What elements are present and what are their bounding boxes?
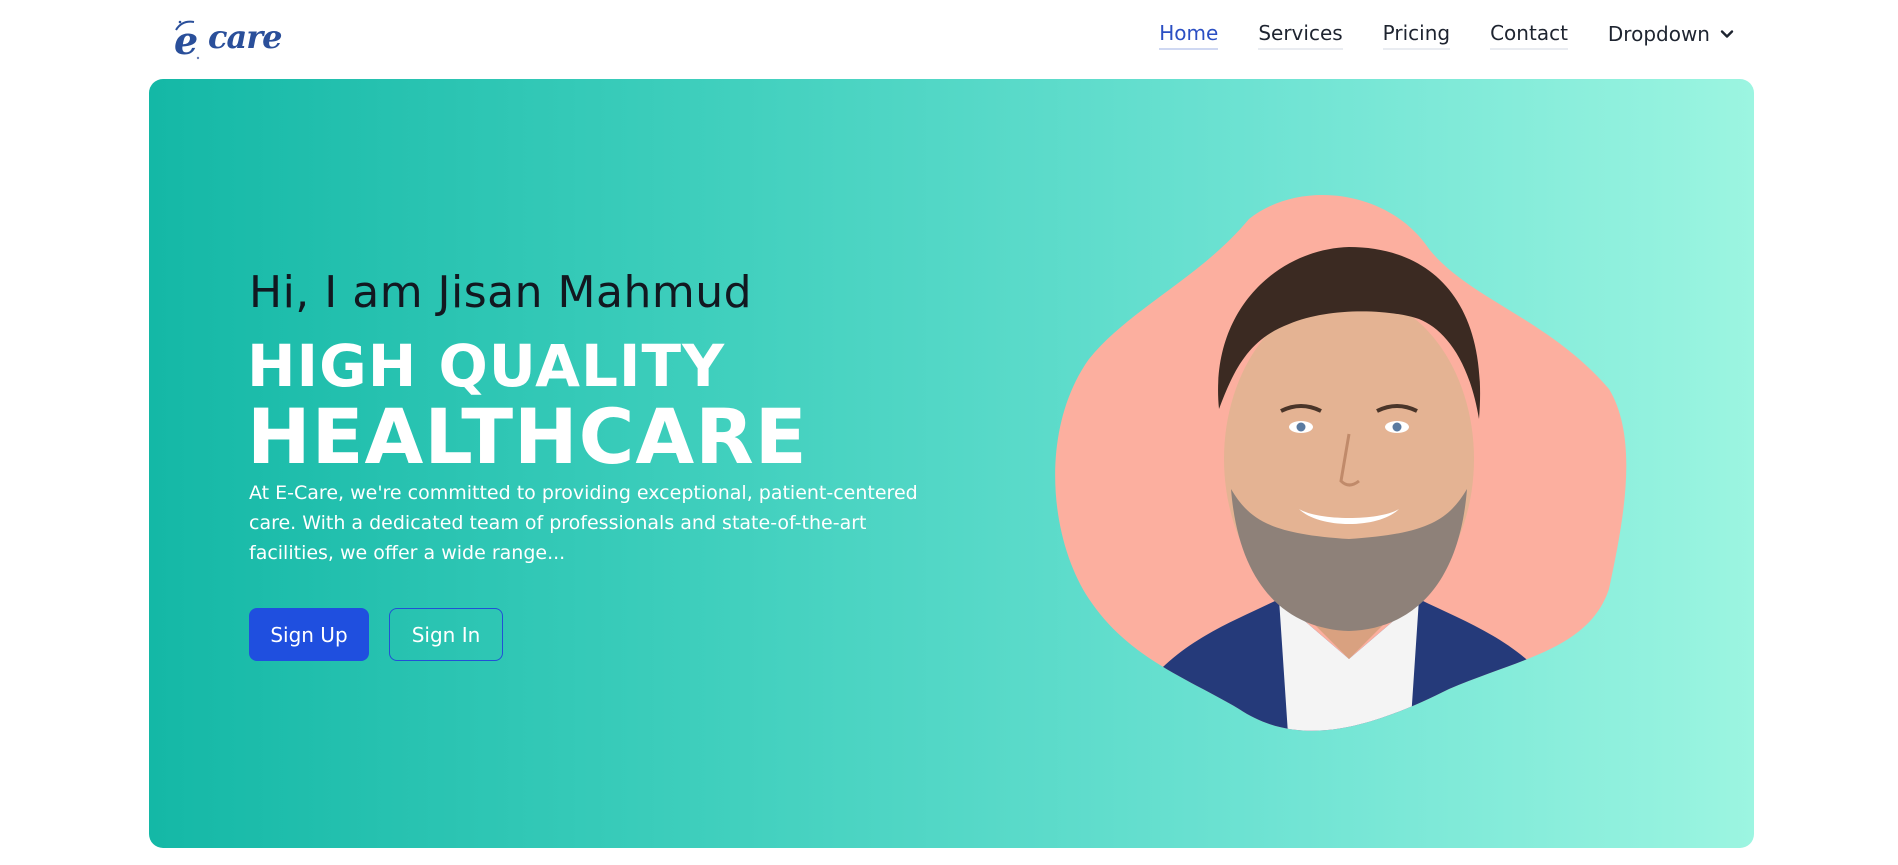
hero-headline-line1: HIGH QUALITY	[247, 332, 726, 400]
main-nav: Home Services Pricing Contact Dropdown	[1159, 22, 1734, 50]
logo-text: care	[208, 18, 282, 56]
navbar: e care Home Services Pricing Contact Dro…	[0, 0, 1898, 80]
nav-item-services[interactable]: Services	[1258, 22, 1343, 50]
nav-dropdown-label: Dropdown	[1607, 22, 1710, 46]
logo-e-icon: e	[174, 18, 200, 62]
hero-section: Hi, I am Jisan Mahmud HIGH QUALITY HEALT…	[149, 79, 1754, 848]
nav-item-contact[interactable]: Contact	[1490, 22, 1568, 50]
svg-text:e: e	[174, 18, 198, 62]
brand-logo[interactable]: e care	[172, 16, 282, 64]
sign-up-button[interactable]: Sign Up	[249, 608, 369, 661]
hero-greeting: Hi, I am Jisan Mahmud	[249, 267, 753, 318]
doctor-portrait	[1055, 195, 1627, 731]
chevron-down-icon	[1720, 30, 1734, 38]
nav-item-pricing[interactable]: Pricing	[1382, 22, 1451, 50]
nav-item-dropdown[interactable]: Dropdown	[1608, 23, 1734, 49]
nav-item-home[interactable]: Home	[1159, 22, 1219, 50]
hero-description: At E-Care, we're committed to providing …	[249, 482, 918, 564]
hero-headline-line2: HEALTHCARE	[247, 392, 808, 481]
sign-in-button[interactable]: Sign In	[389, 608, 503, 661]
